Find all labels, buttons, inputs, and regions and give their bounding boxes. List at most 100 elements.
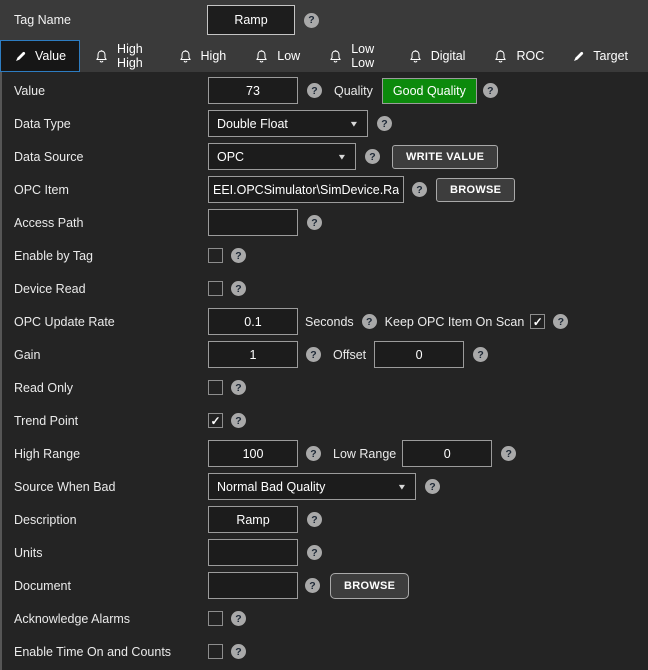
bell-icon	[94, 49, 109, 64]
document-browse-button[interactable]: BROWSE	[330, 573, 409, 599]
help-icon[interactable]: ?	[231, 380, 246, 395]
description-input[interactable]	[208, 506, 298, 533]
keep-opc-item-on-scan-checkbox[interactable]: ✓	[530, 314, 545, 329]
help-icon[interactable]: ?	[231, 644, 246, 659]
access-path-label: Access Path	[14, 216, 208, 230]
help-icon[interactable]: ?	[362, 314, 377, 329]
access-path-input[interactable]	[208, 209, 298, 236]
enable-time-on-counts-label: Enable Time On and Counts	[14, 645, 208, 659]
help-icon[interactable]: ?	[305, 578, 320, 593]
row-data-type: Data Type Double Float ▼ ?	[14, 107, 648, 140]
data-source-selected-value: OPC	[217, 150, 244, 164]
tab-digital[interactable]: Digital	[394, 40, 480, 72]
help-icon[interactable]: ?	[425, 479, 440, 494]
help-icon[interactable]: ?	[304, 13, 319, 28]
opc-item-label: OPC Item	[14, 183, 208, 197]
check-icon: ✓	[210, 415, 220, 427]
tab-label: ROC	[516, 49, 544, 63]
help-icon[interactable]: ?	[231, 413, 246, 428]
tag-name-input[interactable]	[207, 5, 295, 35]
row-opc-update-rate: OPC Update Rate Seconds ? Keep OPC Item …	[14, 305, 648, 338]
bell-icon	[328, 49, 343, 64]
tab-value[interactable]: Value	[0, 40, 80, 72]
source-when-bad-select[interactable]: Normal Bad Quality ▼	[208, 473, 416, 500]
row-device-read: Device Read ?	[14, 272, 648, 305]
document-input[interactable]	[208, 572, 298, 599]
value-input[interactable]	[208, 77, 298, 104]
opc-update-rate-input[interactable]	[208, 308, 298, 335]
document-label: Document	[14, 579, 208, 593]
tab-high[interactable]: High	[164, 40, 241, 72]
help-icon[interactable]: ?	[231, 281, 246, 296]
help-icon[interactable]: ?	[365, 149, 380, 164]
enable-by-tag-checkbox[interactable]	[208, 248, 223, 263]
help-icon[interactable]: ?	[473, 347, 488, 362]
enable-time-on-counts-checkbox[interactable]	[208, 644, 223, 659]
tab-low[interactable]: Low	[240, 40, 314, 72]
pen-icon	[572, 50, 585, 63]
bell-icon	[408, 49, 423, 64]
help-icon[interactable]: ?	[306, 446, 321, 461]
data-source-select[interactable]: OPC ▼	[208, 143, 356, 170]
low-range-input[interactable]	[402, 440, 492, 467]
help-icon[interactable]: ?	[307, 512, 322, 527]
read-only-label: Read Only	[14, 381, 208, 395]
opc-item-browse-button[interactable]: BROWSE	[436, 178, 515, 202]
tab-target[interactable]: Target	[558, 40, 642, 72]
keep-opc-item-on-scan-label: Keep OPC Item On Scan	[385, 315, 525, 329]
tab-bar: Value High High High Low Low Low Digital…	[0, 40, 648, 72]
tab-label: Target	[593, 49, 628, 63]
help-icon[interactable]: ?	[412, 182, 427, 197]
help-icon[interactable]: ?	[307, 83, 322, 98]
tab-low-low[interactable]: Low Low	[314, 40, 394, 72]
acknowledge-alarms-checkbox[interactable]	[208, 611, 223, 626]
high-range-input[interactable]	[208, 440, 298, 467]
row-access-path: Access Path ?	[14, 206, 648, 239]
units-input[interactable]	[208, 539, 298, 566]
help-icon[interactable]: ?	[377, 116, 392, 131]
data-type-label: Data Type	[14, 117, 208, 131]
tab-label: Low	[277, 49, 300, 63]
source-when-bad-label: Source When Bad	[14, 480, 208, 494]
row-data-source: Data Source OPC ▼ ? WRITE VALUE	[14, 140, 648, 173]
quality-label: Quality	[334, 84, 373, 98]
tag-name-label: Tag Name	[14, 13, 207, 27]
opc-item-input[interactable]	[208, 176, 404, 203]
tag-name-header: Tag Name ?	[0, 0, 648, 40]
help-icon[interactable]: ?	[231, 611, 246, 626]
gain-input[interactable]	[208, 341, 298, 368]
help-icon[interactable]: ?	[306, 347, 321, 362]
quality-status-badge: Good Quality	[382, 78, 477, 104]
data-type-select[interactable]: Double Float ▼	[208, 110, 368, 137]
row-acknowledge-alarms: Acknowledge Alarms ?	[14, 602, 648, 635]
bell-icon	[493, 49, 508, 64]
help-icon[interactable]: ?	[483, 83, 498, 98]
row-value: Value ? Quality Good Quality ?	[14, 74, 648, 107]
row-high-range: High Range ? Low Range ?	[14, 437, 648, 470]
device-read-checkbox[interactable]	[208, 281, 223, 296]
row-read-only: Read Only ?	[14, 371, 648, 404]
help-icon[interactable]: ?	[231, 248, 246, 263]
high-range-label: High Range	[14, 447, 208, 461]
help-icon[interactable]: ?	[307, 215, 322, 230]
row-source-when-bad: Source When Bad Normal Bad Quality ▼ ?	[14, 470, 648, 503]
bell-icon	[178, 49, 193, 64]
row-opc-item: OPC Item ? BROWSE	[14, 173, 648, 206]
write-value-button[interactable]: WRITE VALUE	[392, 145, 498, 169]
help-icon[interactable]: ?	[307, 545, 322, 560]
help-icon[interactable]: ?	[501, 446, 516, 461]
source-when-bad-selected-value: Normal Bad Quality	[217, 480, 325, 494]
tab-high-high[interactable]: High High	[80, 40, 163, 72]
gain-label: Gain	[14, 348, 208, 362]
trend-point-checkbox[interactable]: ✓	[208, 413, 223, 428]
help-icon[interactable]: ?	[553, 314, 568, 329]
tab-roc[interactable]: ROC	[479, 40, 558, 72]
value-label: Value	[14, 84, 208, 98]
offset-label: Offset	[333, 348, 366, 362]
row-units: Units ?	[14, 536, 648, 569]
check-icon: ✓	[533, 316, 543, 328]
left-scroll-strip[interactable]	[0, 72, 2, 670]
read-only-checkbox[interactable]	[208, 380, 223, 395]
trend-point-label: Trend Point	[14, 414, 208, 428]
offset-input[interactable]	[374, 341, 464, 368]
